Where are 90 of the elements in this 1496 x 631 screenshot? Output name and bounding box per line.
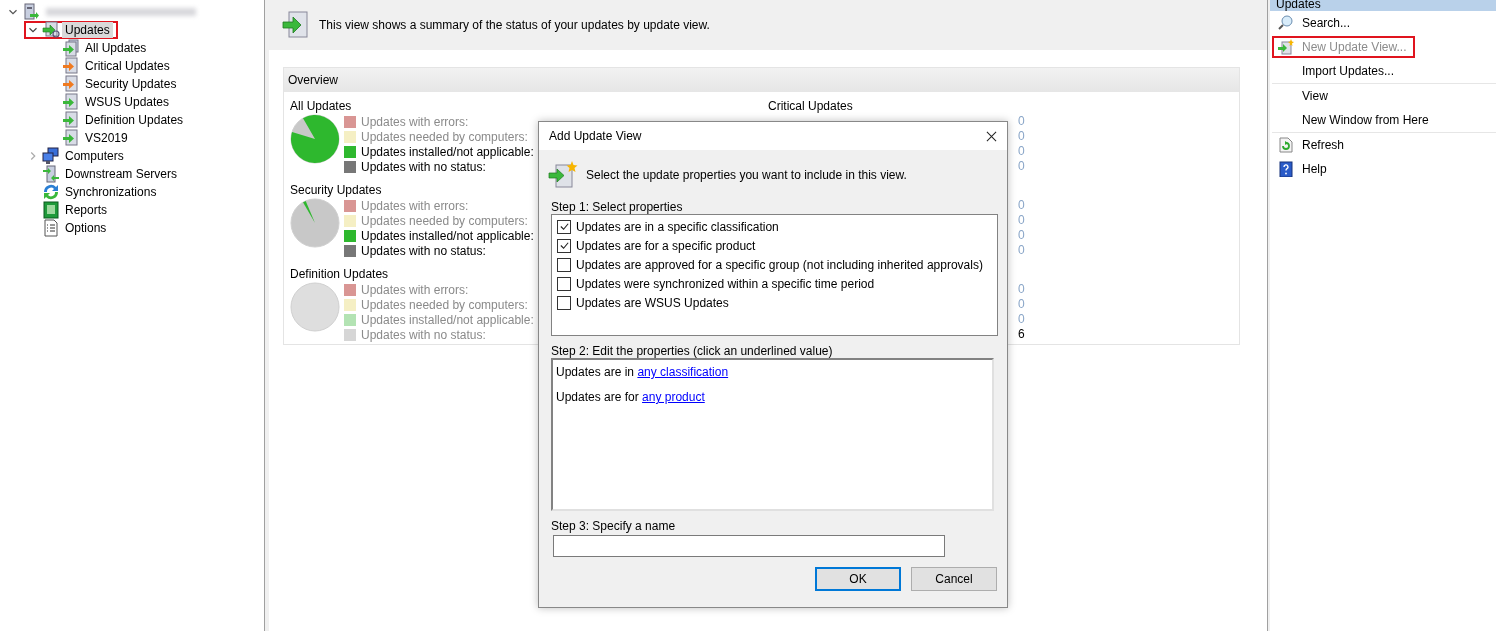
count-value: 0	[1018, 282, 1025, 297]
search-icon	[1278, 15, 1294, 31]
close-icon[interactable]	[986, 130, 997, 142]
tree-item[interactable]: Critical Updates	[60, 57, 178, 75]
refresh-icon	[1278, 137, 1294, 153]
banner-text: This view shows a summary of the status of your updates by update view.	[319, 18, 710, 32]
new-view-icon	[548, 160, 578, 190]
pie-chart	[290, 282, 340, 332]
intro-text: Select the update properties you want to include in this view.	[586, 168, 907, 182]
legend-label: Updates with errors:	[361, 198, 469, 213]
step-label: Step 2: Edit the properties (click an underlined value)	[551, 344, 834, 358]
tree-item[interactable]: Downstream Servers	[24, 165, 186, 183]
tree-item[interactable]: Computers	[24, 147, 132, 165]
tree-item[interactable]: Synchronizations	[24, 183, 165, 201]
pie-chart	[290, 114, 340, 164]
servers-icon	[42, 165, 60, 183]
pie-chart	[290, 198, 340, 248]
ok-button[interactable]: OK	[815, 567, 901, 591]
tree-item[interactable]: Options	[24, 219, 115, 237]
value-link[interactable]: any classification	[637, 365, 729, 379]
step-label: Step 1: Select properties	[551, 200, 684, 214]
panel-title: Overview	[288, 73, 338, 87]
count-value: 0	[1018, 228, 1025, 243]
property-checkbox[interactable]: Updates are in a specific classification	[557, 217, 992, 236]
action-item[interactable]: Search...	[1272, 12, 1359, 34]
actions-title: Updates	[1276, 0, 1321, 11]
view-icon	[62, 93, 80, 111]
cancel-button[interactable]: Cancel	[911, 567, 997, 591]
property-checkbox[interactable]: Updates are approved for a specific group (not including inherited approvals)	[557, 255, 992, 274]
legend-label: Updates with errors:	[361, 114, 469, 129]
count-value: 0	[1018, 243, 1025, 258]
action-item[interactable]: Refresh	[1272, 134, 1353, 156]
new-view-icon	[1278, 39, 1294, 55]
section-title: Security Updates	[290, 182, 383, 198]
view-icon	[62, 75, 80, 93]
view-icon	[62, 111, 80, 129]
section-title: All Updates	[290, 98, 353, 114]
legend-label: Updates needed by computers:	[361, 129, 528, 144]
computers-icon	[42, 147, 60, 165]
legend-label: Updates with no status:	[361, 159, 486, 174]
tree-item[interactable]: Security Updates	[60, 75, 185, 93]
help-icon	[1278, 161, 1294, 177]
count-value: 0	[1018, 114, 1025, 129]
tree-item[interactable]: Updates	[24, 21, 118, 39]
count-value: 0	[1018, 312, 1025, 327]
view-icon	[62, 57, 80, 75]
stacked-view-icon	[62, 39, 80, 57]
count-value: 6	[1018, 327, 1025, 342]
property-checkbox[interactable]: Updates are WSUS Updates	[557, 293, 992, 312]
tree-item[interactable]: Reports	[24, 201, 116, 219]
count-value: 0	[1018, 159, 1025, 174]
updates-icon	[42, 21, 60, 39]
action-item[interactable]: New Window from Here	[1272, 109, 1437, 131]
legend-label: Updates with no status:	[361, 243, 486, 258]
section-title: Critical Updates	[768, 99, 853, 113]
count-value: 0	[1018, 297, 1025, 312]
count-value: 0	[1018, 213, 1025, 228]
property-checkbox[interactable]: Updates were synchronized within a specific time period	[557, 274, 992, 293]
property-line: Updates are for any product	[556, 390, 706, 404]
legend-label: Updates installed/not applicable:	[361, 144, 534, 159]
property-checkbox[interactable]: Updates are for a specific product	[557, 236, 992, 255]
server-icon	[22, 3, 40, 21]
sync-icon	[42, 183, 60, 201]
tree-item[interactable]: All Updates	[60, 39, 155, 57]
tree-item[interactable]: WSUS Updates	[60, 93, 178, 111]
dialog-title: Add Update View	[549, 129, 642, 143]
property-line: Updates are in any classification	[556, 365, 730, 379]
action-item[interactable]: Import Updates...	[1272, 60, 1403, 82]
tree-item[interactable]: VS2019	[60, 129, 136, 147]
view-icon	[281, 10, 311, 40]
count-value: 0	[1018, 144, 1025, 159]
view-icon	[62, 129, 80, 147]
value-link[interactable]: any product	[642, 390, 705, 404]
legend-label: Updates needed by computers:	[361, 297, 528, 312]
legend-label: Updates installed/not applicable:	[361, 312, 534, 327]
name-field[interactable]	[553, 535, 945, 557]
checkmark-icon	[558, 221, 570, 232]
legend-label: Updates with errors:	[361, 282, 469, 297]
tree-item[interactable]: Definition Updates	[60, 111, 192, 129]
count-value: 0	[1018, 129, 1025, 144]
action-item[interactable]: View	[1272, 85, 1336, 107]
legend-label: Updates needed by computers:	[361, 213, 528, 228]
report-book-icon	[42, 201, 60, 219]
checkmark-icon	[558, 240, 570, 251]
legend-label: Updates installed/not applicable:	[361, 228, 534, 243]
legend-label: Updates with no status:	[361, 327, 486, 342]
step-label: Step 3: Specify a name	[551, 519, 677, 533]
action-item[interactable]: Help	[1272, 158, 1335, 180]
list-page-icon	[42, 219, 60, 237]
count-value: 0	[1018, 198, 1025, 213]
